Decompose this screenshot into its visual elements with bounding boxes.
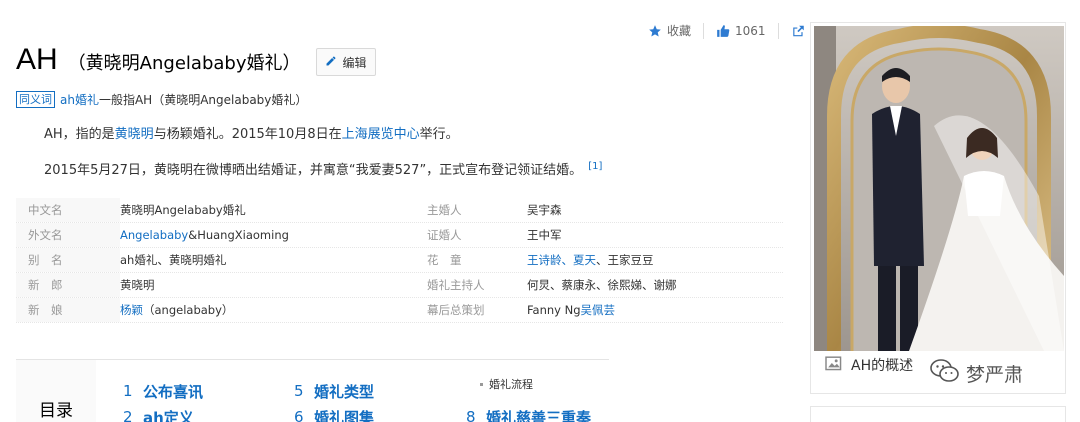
toc-label: 目录	[16, 360, 96, 422]
info-value-link[interactable]: 杨颖	[120, 303, 143, 317]
synonym-link[interactable]: ah婚礼	[60, 91, 99, 108]
intro-text: 2015年5月27日，黄晓明在微博晒出结婚证，并寓意“我爱妻527”，正式宣布登…	[44, 163, 583, 178]
toc-number: 8	[466, 408, 476, 422]
info-value: ah婚礼、黄晓明婚礼	[120, 253, 227, 267]
toc-item[interactable]: 1 公布喜讯	[123, 378, 203, 404]
info-value-link[interactable]: 吴佩芸	[581, 303, 616, 317]
photo-caption-text: AH的概述	[851, 358, 914, 374]
intro-paragraph-2: 2015年5月27日，黄晓明在微博晒出结婚证，并寓意“我爱妻527”，正式宣布登…	[44, 159, 602, 178]
bullet-icon	[480, 382, 483, 386]
like-count: 1061	[735, 23, 766, 38]
info-row: 新 娘杨颖（angelababy） 幕后总策划 Fanny Ng吴佩芸	[16, 298, 783, 323]
info-value: （angelababy）	[143, 303, 234, 317]
info-label: 新 郎	[16, 273, 120, 297]
toc-item[interactable]: 8 婚礼慈善三重奏	[466, 404, 591, 422]
info-value-link[interactable]: 何炅、蔡康永、徐熙娣、谢娜	[527, 277, 677, 293]
link-huang-xiaoming[interactable]: 黄晓明	[115, 127, 154, 142]
summary-image-card[interactable]: AH的概述	[810, 22, 1066, 394]
share-icon	[791, 24, 806, 38]
info-value-link[interactable]: Angelababy	[120, 228, 188, 242]
info-value-link[interactable]: 王中军	[527, 227, 562, 243]
info-label: 幕后总策划	[427, 303, 485, 317]
info-row: 新 郎黄晓明 婚礼主持人 何炅、蔡康永、徐熙娣、谢娜	[16, 273, 783, 298]
info-label: 新 娘	[16, 298, 120, 322]
toc-column: 5 婚礼类型 6 婚礼图集	[294, 378, 374, 422]
reference-link[interactable]: [1]	[588, 161, 602, 172]
basic-info-table: 中文名 黄晓明Angelababy婚礼 主婚人 吴宇森 外文名 Angelababy&…	[16, 198, 783, 323]
link-shanghai-exhibition-center[interactable]: 上海展览中心	[342, 127, 420, 142]
toc-text: 公布喜讯	[143, 382, 204, 401]
info-label: 主婚人	[427, 203, 462, 217]
toc-column: 1 公布喜讯 2 ah定义	[123, 378, 203, 422]
image-gallery-icon	[825, 355, 843, 375]
toc-item[interactable]: 2 ah定义	[123, 404, 203, 422]
watermark: 梦严肃	[930, 358, 1023, 389]
intro-paragraph-1: AH，指的是黄晓明与杨颖婚礼。2015年10月8日在上海展览中心举行。	[44, 123, 459, 142]
divider	[703, 22, 705, 39]
info-value: 黄晓明Angelababy婚礼	[120, 203, 246, 217]
info-value-link[interactable]: 王诗龄、夏天	[527, 253, 596, 267]
photo-caption[interactable]: AH的概述	[825, 355, 913, 375]
intro-text: 举行。	[419, 127, 459, 142]
info-label: 中文名	[16, 198, 120, 222]
edit-label: 编辑	[342, 55, 367, 70]
info-label: 别 名	[16, 248, 120, 272]
toc-number: 6	[294, 408, 304, 422]
title-main: AH	[16, 43, 58, 76]
toc-subitem[interactable]: 婚礼流程	[480, 376, 533, 392]
favorite-button[interactable]: 收藏	[648, 22, 691, 39]
toc-subitem-text: 婚礼流程	[489, 378, 533, 391]
toc-column: 8 婚礼慈善三重奏	[466, 404, 591, 422]
toc-number: 1	[123, 382, 133, 400]
info-label: 婚礼主持人	[427, 278, 485, 292]
toc-item[interactable]: 5 婚礼类型	[294, 378, 374, 404]
toc-number: 2	[123, 408, 133, 422]
info-value: 、王家豆豆	[596, 253, 654, 267]
toc-item[interactable]: 6 婚礼图集	[294, 404, 374, 422]
page-title: AH （黄晓明Angelababy婚礼）	[16, 43, 300, 77]
synonym-tag: 同义词	[16, 91, 55, 108]
info-value: Fanny Ng	[527, 303, 581, 317]
wedding-photo[interactable]	[814, 26, 1064, 351]
info-label: 外文名	[16, 223, 120, 247]
synonym-text: 一般指AH（黄晓明Angelababy婚礼）	[98, 93, 308, 107]
action-bar: 收藏 1061 46	[648, 22, 826, 39]
pencil-icon	[325, 55, 337, 70]
toc-text: 婚礼图集	[314, 408, 375, 422]
info-row: 外文名 Angelababy&HuangXiaoming 证婚人 王中军	[16, 223, 783, 248]
synonym-line: 同义词 ah婚礼 一般指AH（黄晓明Angelababy婚礼）	[16, 91, 307, 108]
toc-text: ah定义	[143, 408, 194, 422]
info-value: &HuangXiaoming	[188, 228, 289, 242]
toc-text: 婚礼类型	[314, 382, 375, 401]
like-button[interactable]: 1061	[716, 24, 766, 38]
intro-text: AH，指的是	[44, 127, 115, 142]
star-icon	[648, 24, 662, 38]
wechat-icon	[930, 358, 960, 389]
info-label: 证婚人	[427, 228, 462, 242]
toc-text: 婚礼慈善三重奏	[486, 408, 592, 422]
info-value-link[interactable]: 吴宇森	[527, 202, 562, 218]
edit-button[interactable]: 编辑	[316, 48, 376, 76]
info-label: 花 童	[427, 253, 462, 267]
thumbs-up-icon	[716, 24, 730, 38]
divider	[777, 22, 779, 39]
favorite-label: 收藏	[667, 24, 692, 38]
title-subtitle: （黄晓明Angelababy婚礼）	[67, 53, 301, 74]
intro-text: 与杨颖婚礼。2015年10月8日在	[153, 127, 342, 142]
info-row: 别 名 ah婚礼、黄晓明婚礼 花 童 王诗龄、夏天、王家豆豆	[16, 248, 783, 273]
watermark-text: 梦严肃	[966, 364, 1024, 386]
info-row: 中文名 黄晓明Angelababy婚礼 主婚人 吴宇森	[16, 198, 783, 223]
secondary-card	[810, 406, 1066, 422]
toc-number: 5	[294, 382, 304, 400]
info-value-link[interactable]: 黄晓明	[120, 277, 399, 293]
